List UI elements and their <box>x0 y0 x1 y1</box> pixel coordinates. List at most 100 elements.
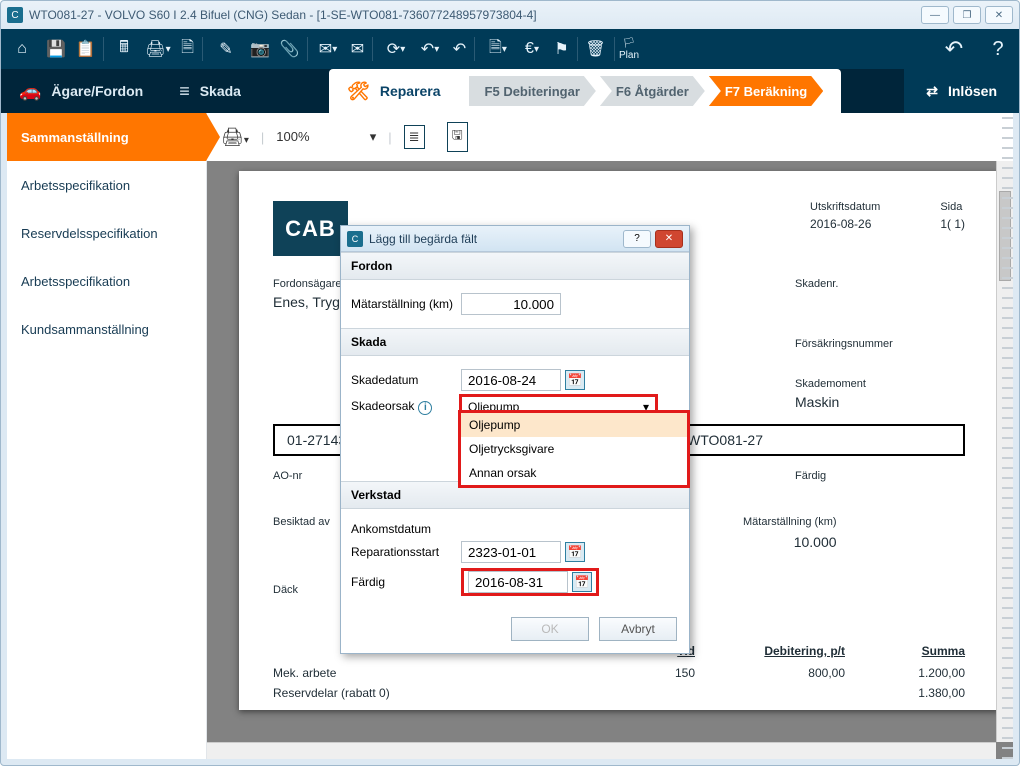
forsnr-label: Försäkringsnummer <box>795 338 965 350</box>
window-title: WTO081-27 - VOLVO S60 I 2.4 Bifuel (CNG)… <box>29 8 921 22</box>
row-mek-tid: 150 <box>615 666 695 680</box>
big-undo-icon[interactable]: ↶ <box>939 34 969 64</box>
currency-icon[interactable]: €▾ <box>517 34 547 64</box>
print-icon[interactable]: 🖨▾ <box>143 34 173 64</box>
edit-icon[interactable]: ✎ <box>211 34 241 64</box>
cab-logo: CAB <box>273 201 348 256</box>
sidebar-item-workspec1[interactable]: Arbetsspecifikation <box>7 161 206 209</box>
tab-damage[interactable]: ≡Skada <box>161 69 259 113</box>
subtab-atgarder[interactable]: F6 Åtgärder <box>600 76 705 106</box>
skadenr-label: Skadenr. <box>795 278 965 290</box>
skademoment-value: Maskin <box>795 394 965 410</box>
dialog-app-icon: C <box>347 231 363 247</box>
skadedatum-label: Skadedatum <box>351 373 461 387</box>
skadeorsak-options: Oljepump Oljetrycksgivare Annan orsak <box>460 412 688 486</box>
window-minimize[interactable]: — <box>921 6 949 24</box>
ao-label: AO-nr <box>273 470 302 482</box>
option-annan[interactable]: Annan orsak <box>461 461 687 485</box>
tab-repair[interactable]: 🛠 Reparera F5 Debiteringar F6 Åtgärder F… <box>329 69 841 113</box>
mail-icon[interactable]: ✉▾ <box>313 34 343 64</box>
mat-value: 10.000 <box>743 534 837 550</box>
skadeorsak-label: Skadeorsaki <box>351 399 461 415</box>
flag-icon[interactable]: ⚑ <box>551 34 581 64</box>
plan-icon[interactable]: 🏳Plan <box>619 34 639 64</box>
info-icon[interactable]: i <box>418 401 432 415</box>
doc-icon[interactable]: 🗎▾ <box>483 34 513 64</box>
lines-icon[interactable]: ≣ <box>404 125 425 149</box>
right-collapse-bar[interactable] <box>1002 113 1013 759</box>
window-maximize[interactable]: ❐ <box>953 6 981 24</box>
calc-icon[interactable]: 🖩 <box>109 34 139 64</box>
matar-label: Mätarställning (km) <box>351 297 461 311</box>
ankomst-label: Ankomstdatum <box>351 522 461 536</box>
dialog-titlebar: C Lägg till begärda fält ? ✕ <box>341 226 689 252</box>
col-sum: Summa <box>885 644 965 658</box>
save-icon[interactable]: 💾 <box>41 34 71 64</box>
fardig-label: Färdig <box>795 470 965 482</box>
page-value: 1( 1) <box>940 217 965 231</box>
row-mek-sum: 1.200,00 <box>885 666 965 680</box>
sidebar-item-workspec2[interactable]: Arbetsspecifikation <box>7 257 206 305</box>
section-fordon: Fordon <box>341 252 689 280</box>
horizontal-scrollbar[interactable] <box>207 742 996 759</box>
repstart-input[interactable] <box>461 541 561 563</box>
back-icon[interactable]: ↶ <box>449 34 479 64</box>
calendar-icon[interactable]: 📅 <box>565 370 585 390</box>
matar-input[interactable] <box>461 293 561 315</box>
print-icon[interactable]: 🖨▾ <box>221 127 249 148</box>
window-titlebar: C WTO081-27 - VOLVO S60 I 2.4 Bifuel (CN… <box>1 1 1019 29</box>
mat-label: Mätarställning (km) <box>743 516 837 528</box>
col-deb: Debitering, p/t <box>735 644 845 658</box>
undo-icon[interactable]: ↶▾ <box>415 34 445 64</box>
sidebar-item-summary[interactable]: Sammanställning <box>7 113 206 161</box>
skademoment-label: Skademoment <box>795 378 965 390</box>
fardig-input[interactable] <box>468 571 568 593</box>
calendar-icon[interactable]: 📅 <box>565 542 585 562</box>
cancel-button[interactable]: Avbryt <box>599 617 677 641</box>
tab-inlosen[interactable]: ⇄Inlösen <box>904 69 1019 113</box>
nav-row: 🚗Ägare/Fordon ≡Skada 🛠 Reparera F5 Debit… <box>1 69 1019 113</box>
dialog-help-button[interactable]: ? <box>623 230 651 248</box>
row-res-label: Reservdelar (rabatt 0) <box>273 686 575 700</box>
row-mek-label: Mek. arbete <box>273 666 575 680</box>
subtab-berakning[interactable]: F7 Beräkning <box>709 76 823 106</box>
ok-button[interactable]: OK <box>511 617 589 641</box>
printdate-label: Utskriftsdatum <box>810 201 880 213</box>
clipboard-icon[interactable]: 📋 <box>75 34 105 64</box>
wrench-icon: 🛠 <box>347 81 370 102</box>
option-oljetrycksgivare[interactable]: Oljetrycksgivare <box>461 437 687 461</box>
sidebar-item-partspec[interactable]: Reservdelsspecifikation <box>7 209 206 257</box>
reply-icon[interactable]: ✉ <box>347 34 377 64</box>
sidebar-item-customer[interactable]: Kundsammanställning <box>7 305 206 353</box>
car-icon: 🚗 <box>19 81 41 102</box>
dialog-title: Lägg till begärda fält <box>369 232 619 246</box>
page-label: Sida <box>940 201 965 213</box>
add-fields-dialog: C Lägg till begärda fält ? ✕ Fordon Mäta… <box>340 225 690 654</box>
main-toolbar: ⌂ 💾 📋 🖩 🖨▾ 🗎 ✎ 📷 📎 ✉▾ ✉ ⟳▾ ↶▾ ↶ 🗎▾ €▾ ⚑ … <box>1 29 1019 69</box>
sync-icon[interactable]: ⟳▾ <box>381 34 411 64</box>
trash-icon[interactable]: 🗑 <box>585 34 615 64</box>
row-res-sum: 1.380,00 <box>885 686 965 700</box>
app-icon: C <box>7 7 23 23</box>
swap-icon: ⇄ <box>926 83 938 100</box>
save-disk-icon[interactable]: 🖫 <box>447 122 468 152</box>
home-icon[interactable]: ⌂ <box>7 34 37 64</box>
subtab-debiteringar[interactable]: F5 Debiteringar <box>469 76 596 106</box>
skadedatum-input[interactable] <box>461 369 561 391</box>
fardig-label: Färdig <box>351 575 461 589</box>
option-oljepump[interactable]: Oljepump <box>461 413 687 437</box>
document-toolbar: 🖨▾ | 100% ▾ | ≣ 🖫 <box>207 113 1013 161</box>
calendar-icon[interactable]: 📅 <box>572 572 592 592</box>
attach-icon[interactable]: 📎 <box>279 34 309 64</box>
report-sidebar: Sammanställning Arbetsspecifikation Rese… <box>7 113 207 759</box>
repstart-label: Reparationsstart <box>351 545 461 559</box>
tab-owner[interactable]: 🚗Ägare/Fordon <box>1 69 161 113</box>
zoom-select[interactable]: 100% ▾ <box>276 129 376 145</box>
window-close[interactable]: ✕ <box>985 6 1013 24</box>
wto-value: WTO081-27 <box>675 426 775 454</box>
camera-icon[interactable]: 📷 <box>245 34 275 64</box>
dialog-close-button[interactable]: ✕ <box>655 230 683 248</box>
section-skada: Skada <box>341 328 689 356</box>
export-icon[interactable]: 🗎 <box>177 34 207 64</box>
help-icon[interactable]: ? <box>983 34 1013 64</box>
